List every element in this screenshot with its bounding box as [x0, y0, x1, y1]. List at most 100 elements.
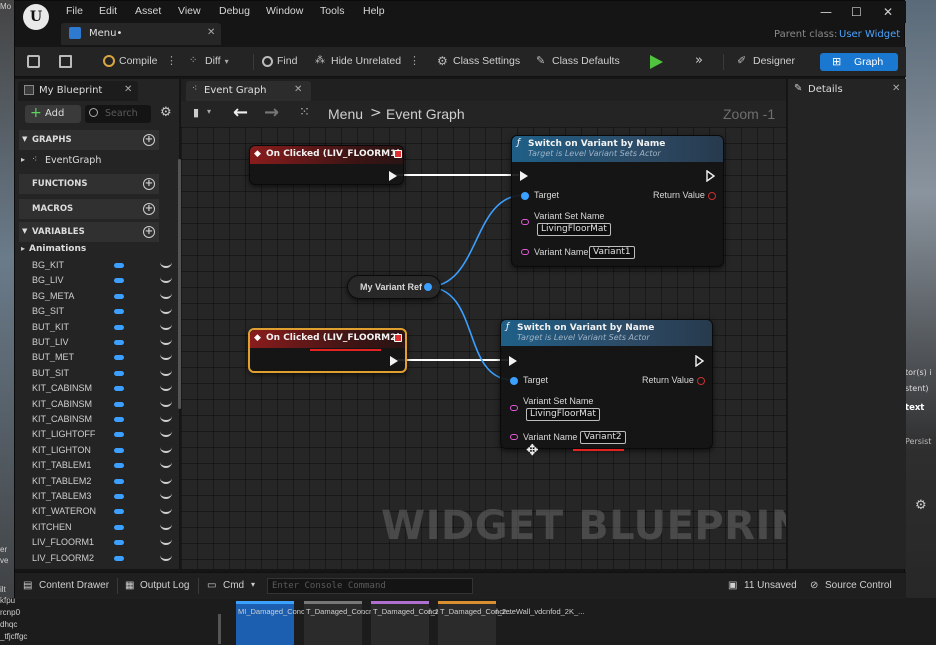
- variant-set-name-pin[interactable]: [510, 405, 518, 411]
- switch-node-variant2[interactable]: ƒ Switch on Variant by Name Target is Le…: [500, 319, 713, 449]
- compile-button[interactable]: Compile: [103, 55, 158, 67]
- visibility-eye-icon[interactable]: [160, 307, 172, 315]
- graph-canvas[interactable]: WIDGET BLUEPRINT ◆ On Clicked (LIV_FLOOR…: [181, 127, 786, 569]
- add-function-icon[interactable]: +: [143, 178, 155, 190]
- variable-item[interactable]: BG_LIV: [19, 273, 175, 288]
- more-options-icon[interactable]: »: [695, 53, 703, 68]
- visibility-eye-icon[interactable]: [160, 276, 172, 284]
- visibility-eye-icon[interactable]: [160, 292, 172, 299]
- hide-unrelated-button[interactable]: ⁂ Hide Unrelated: [315, 55, 401, 67]
- unsaved-button[interactable]: 11 Unsaved: [744, 580, 797, 591]
- back-arrow-icon[interactable]: ←: [233, 102, 248, 123]
- add-button[interactable]: + Add: [25, 105, 81, 123]
- asset-tile-1[interactable]: MI_Damaged_Concrete_Wall_vdcnf...: [236, 601, 364, 645]
- exec-input-pin[interactable]: [509, 356, 517, 366]
- class-defaults-button[interactable]: ✎ Class Defaults: [536, 55, 620, 67]
- event-node-on-clicked-floorm1[interactable]: ◆ On Clicked (LIV_FLOORM1): [249, 145, 404, 185]
- animations-category[interactable]: ▸ Animations: [19, 243, 159, 257]
- variant-name-pin[interactable]: [510, 434, 518, 440]
- variable-item[interactable]: KIT_CABINSM: [19, 412, 175, 427]
- event-graph-item[interactable]: ▸ ⁖ EventGraph: [19, 153, 159, 169]
- parent-class-link[interactable]: User Widget: [839, 29, 900, 40]
- gear-icon[interactable]: ⚙: [915, 498, 927, 513]
- close-tab-icon[interactable]: ✕: [207, 27, 215, 38]
- macros-section-header[interactable]: MACROS +: [19, 199, 159, 219]
- variant-set-name-input[interactable]: LivingFloorMat: [537, 223, 611, 236]
- variable-item[interactable]: KITCHEN: [19, 520, 175, 535]
- graph-mode-button[interactable]: ⊞ Graph: [820, 53, 898, 71]
- find-button[interactable]: Find: [262, 55, 297, 67]
- asset-tile-2[interactable]: T_Damaged_Concrete_Wall_vdcnfod_2...: [304, 601, 445, 645]
- target-input-pin[interactable]: [521, 192, 529, 200]
- compile-options-icon[interactable]: ⋮: [166, 54, 177, 67]
- visibility-eye-icon[interactable]: [160, 461, 172, 469]
- browse-icon[interactable]: [59, 55, 72, 68]
- visibility-eye-icon[interactable]: [160, 415, 172, 422]
- variable-item[interactable]: BG_META: [19, 289, 175, 304]
- exec-output-pin[interactable]: [390, 356, 398, 366]
- menu-help[interactable]: Help: [363, 5, 385, 17]
- variable-item[interactable]: LIV_FLOORM2: [19, 551, 175, 566]
- search-input[interactable]: Search: [85, 105, 151, 123]
- close-tab-icon[interactable]: ✕: [294, 84, 302, 95]
- variable-item[interactable]: KIT_WATERON: [19, 504, 175, 519]
- variable-item[interactable]: KIT_CABINSM: [19, 381, 175, 396]
- graphs-section-header[interactable]: ▼ GRAPHS +: [19, 130, 159, 150]
- visibility-eye-icon[interactable]: [160, 538, 172, 546]
- menu-file[interactable]: File: [66, 5, 83, 17]
- variable-item[interactable]: KIT_CABINSM: [19, 397, 175, 412]
- add-graph-icon[interactable]: +: [143, 134, 155, 146]
- variable-item[interactable]: LIV_FLOORM1: [19, 535, 175, 550]
- save-icon[interactable]: [27, 55, 40, 68]
- variable-item[interactable]: BUT_KIT: [19, 320, 175, 335]
- visibility-eye-icon[interactable]: [160, 523, 172, 530]
- details-tab-label[interactable]: Details: [808, 84, 843, 95]
- minimize-icon[interactable]: —: [820, 5, 832, 19]
- delegate-pin-icon[interactable]: [394, 150, 402, 158]
- hide-unrelated-options-icon[interactable]: ⋮: [409, 54, 420, 67]
- menu-view[interactable]: View: [178, 5, 201, 17]
- variable-item[interactable]: BUT_SIT: [19, 366, 175, 381]
- variable-node-my-variant-ref[interactable]: My Variant Ref: [347, 275, 441, 299]
- variant-set-name-pin[interactable]: [521, 219, 529, 225]
- asset-tile-3[interactable]: T_Damaged_Concrete_Wall_vdcnfod_2...: [371, 601, 512, 645]
- breadcrumb-root[interactable]: Menu: [328, 106, 363, 122]
- chevron-down-icon[interactable]: ▾: [251, 580, 255, 589]
- variable-item[interactable]: BUT_LIV: [19, 335, 175, 350]
- visibility-eye-icon[interactable]: [160, 477, 172, 484]
- add-variable-icon[interactable]: +: [143, 226, 155, 238]
- class-settings-button[interactable]: ⚙ Class Settings: [437, 55, 520, 67]
- menu-window[interactable]: Window: [266, 5, 303, 17]
- play-button[interactable]: [645, 52, 667, 72]
- event-graph-tab[interactable]: ⁖ Event Graph ✕: [186, 81, 311, 101]
- visibility-eye-icon[interactable]: [160, 554, 172, 561]
- variant-set-name-input[interactable]: LivingFloorMat: [526, 408, 600, 421]
- document-tab-menu[interactable]: Menu• ✕: [61, 23, 221, 45]
- content-scrollbar[interactable]: [218, 614, 221, 644]
- add-macro-icon[interactable]: +: [143, 203, 155, 215]
- variable-item[interactable]: BG_SIT: [19, 304, 175, 319]
- variant-name-pin[interactable]: [521, 249, 529, 255]
- visibility-eye-icon[interactable]: [160, 430, 172, 438]
- variant-name-input[interactable]: Variant1: [589, 246, 635, 259]
- switch-node-variant1[interactable]: ƒ Switch on Variant by Name Target is Le…: [511, 135, 724, 267]
- exec-output-pin[interactable]: [706, 170, 716, 182]
- menu-edit[interactable]: Edit: [99, 5, 117, 17]
- visibility-eye-icon[interactable]: [160, 369, 172, 376]
- return-value-pin[interactable]: [697, 377, 705, 385]
- bookmark-icon[interactable]: ▮: [193, 106, 199, 119]
- console-command-input[interactable]: Enter Console Command: [267, 578, 473, 594]
- settings-gear-icon[interactable]: ⚙: [160, 105, 172, 120]
- variable-output-pin[interactable]: [424, 283, 432, 291]
- variable-item[interactable]: KIT_TABLEM2: [19, 474, 175, 489]
- source-control-button[interactable]: Source Control: [825, 580, 892, 591]
- variable-item[interactable]: BUT_MET: [19, 350, 175, 365]
- visibility-eye-icon[interactable]: [160, 507, 172, 515]
- variable-item[interactable]: BG_KIT: [19, 258, 175, 273]
- variable-item[interactable]: KIT_TABLEM1: [19, 458, 175, 473]
- diff-button[interactable]: ⁘ Diff ▾: [189, 55, 229, 67]
- close-tab-icon[interactable]: ✕: [892, 83, 900, 94]
- return-value-pin[interactable]: [708, 192, 716, 200]
- menu-tools[interactable]: Tools: [320, 5, 345, 17]
- menu-asset[interactable]: Asset: [135, 5, 161, 17]
